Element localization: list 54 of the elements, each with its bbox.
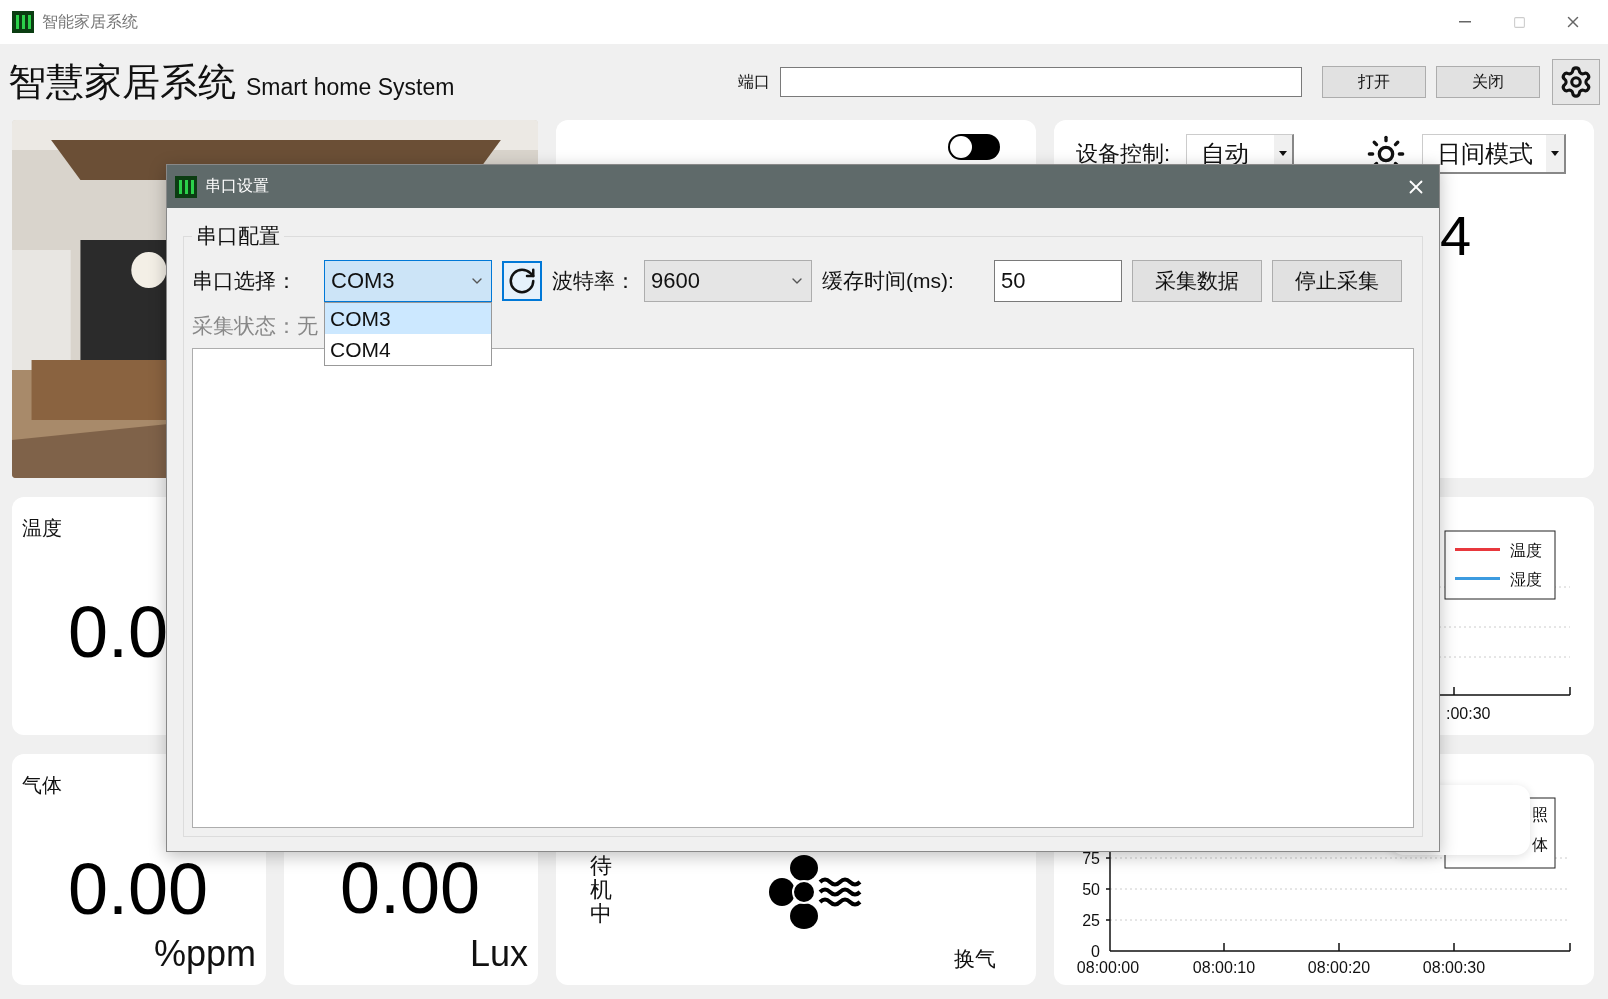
legend-label: 温度 [1510,542,1542,559]
port-field[interactable] [780,67,1302,97]
dialog-title: 串口设置 [205,176,270,196]
sensor-unit: Lux [469,933,528,975]
port-select-label: 串口选择： [192,268,298,294]
tick-label: 08:00:30 [1422,959,1486,976]
refresh-button[interactable] [502,261,542,301]
app-subtitle: Smart home System [246,73,456,101]
cache-field[interactable]: 50 [994,260,1122,302]
baud-dropdown[interactable]: 9600 [644,260,812,302]
reading-value: 4 [1440,208,1473,264]
cache-label: 缓存时间(ms): [822,268,955,294]
port-button[interactable]: 关闭 [1436,66,1540,98]
minimize-icon [1459,21,1471,23]
collect-button[interactable]: 停止采集 [1272,260,1402,302]
sensor-value: 0.00 [340,852,481,924]
tick-label: 0 [1091,943,1100,960]
fan-label: 换气 [954,946,996,972]
tick-label: 08:00:10 [1192,959,1256,976]
sensor-title: 气体 [22,773,62,798]
port-label: 端口 [738,71,770,92]
tick-label: 08:00:20 [1307,959,1371,976]
settings-button[interactable] [1552,59,1600,105]
control-label: 设备控制: [1076,140,1171,168]
baud-label: 波特率： [552,268,637,294]
tick-label: 25 [1082,912,1100,929]
dropdown-arrow-icon [1551,151,1560,156]
app-icon [12,11,34,33]
light-mode-dropdown[interactable]: 日间模式 [1422,134,1567,174]
tick-label: 75 [1082,850,1100,867]
sensor-title: 温度 [22,516,62,541]
port-button[interactable]: 打开 [1322,66,1426,98]
tick-label: 08:00:00 [1076,959,1140,976]
app-title: 智慧家居系统 [8,59,236,105]
window-title: 智能家居系统 [42,11,139,32]
maximize-icon [1512,15,1526,29]
port-dropdown[interactable]: COM3 [324,260,492,302]
sensor-value: 0.0 [68,596,169,668]
sensor-unit: %ppm [153,933,256,975]
fan-icon [768,854,862,930]
collect-button[interactable]: 采集数据 [1132,260,1262,302]
status-text: 采集状态：无 [192,313,318,339]
dropdown-arrow-icon [1279,151,1288,156]
tick-label: :00:30 [1446,705,1491,722]
sensor-value: 0.00 [68,853,209,925]
fan-status: 待机中 [590,854,612,929]
legend-label: 照 [1532,806,1548,823]
group-title: 串口配置 [195,223,281,249]
legend-label: 湿度 [1510,571,1542,588]
dropdown-option[interactable]: COM3 [325,303,491,334]
toggle-switch[interactable] [948,134,1000,160]
app-icon [175,175,197,198]
legend-label: 体 [1532,836,1548,853]
tick-label: 50 [1082,881,1100,898]
